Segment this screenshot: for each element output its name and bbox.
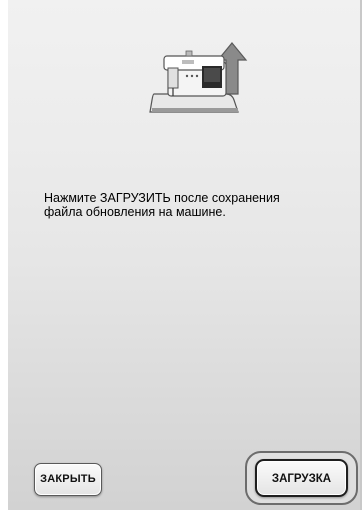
- message-line-2: файла обновления на машине.: [44, 205, 226, 219]
- sewing-machine-upload-icon: [149, 42, 248, 113]
- close-button[interactable]: ЗАКРЫТЬ: [34, 463, 102, 496]
- load-button[interactable]: ЗАГРУЗКА: [255, 459, 348, 497]
- update-screen: Нажмите ЗАГРУЗИТЬ после сохранения файла…: [8, 0, 362, 510]
- message-line-1: Нажмите ЗАГРУЗИТЬ после сохранения: [44, 191, 280, 205]
- update-instruction-text: Нажмите ЗАГРУЗИТЬ после сохранения файла…: [44, 191, 344, 219]
